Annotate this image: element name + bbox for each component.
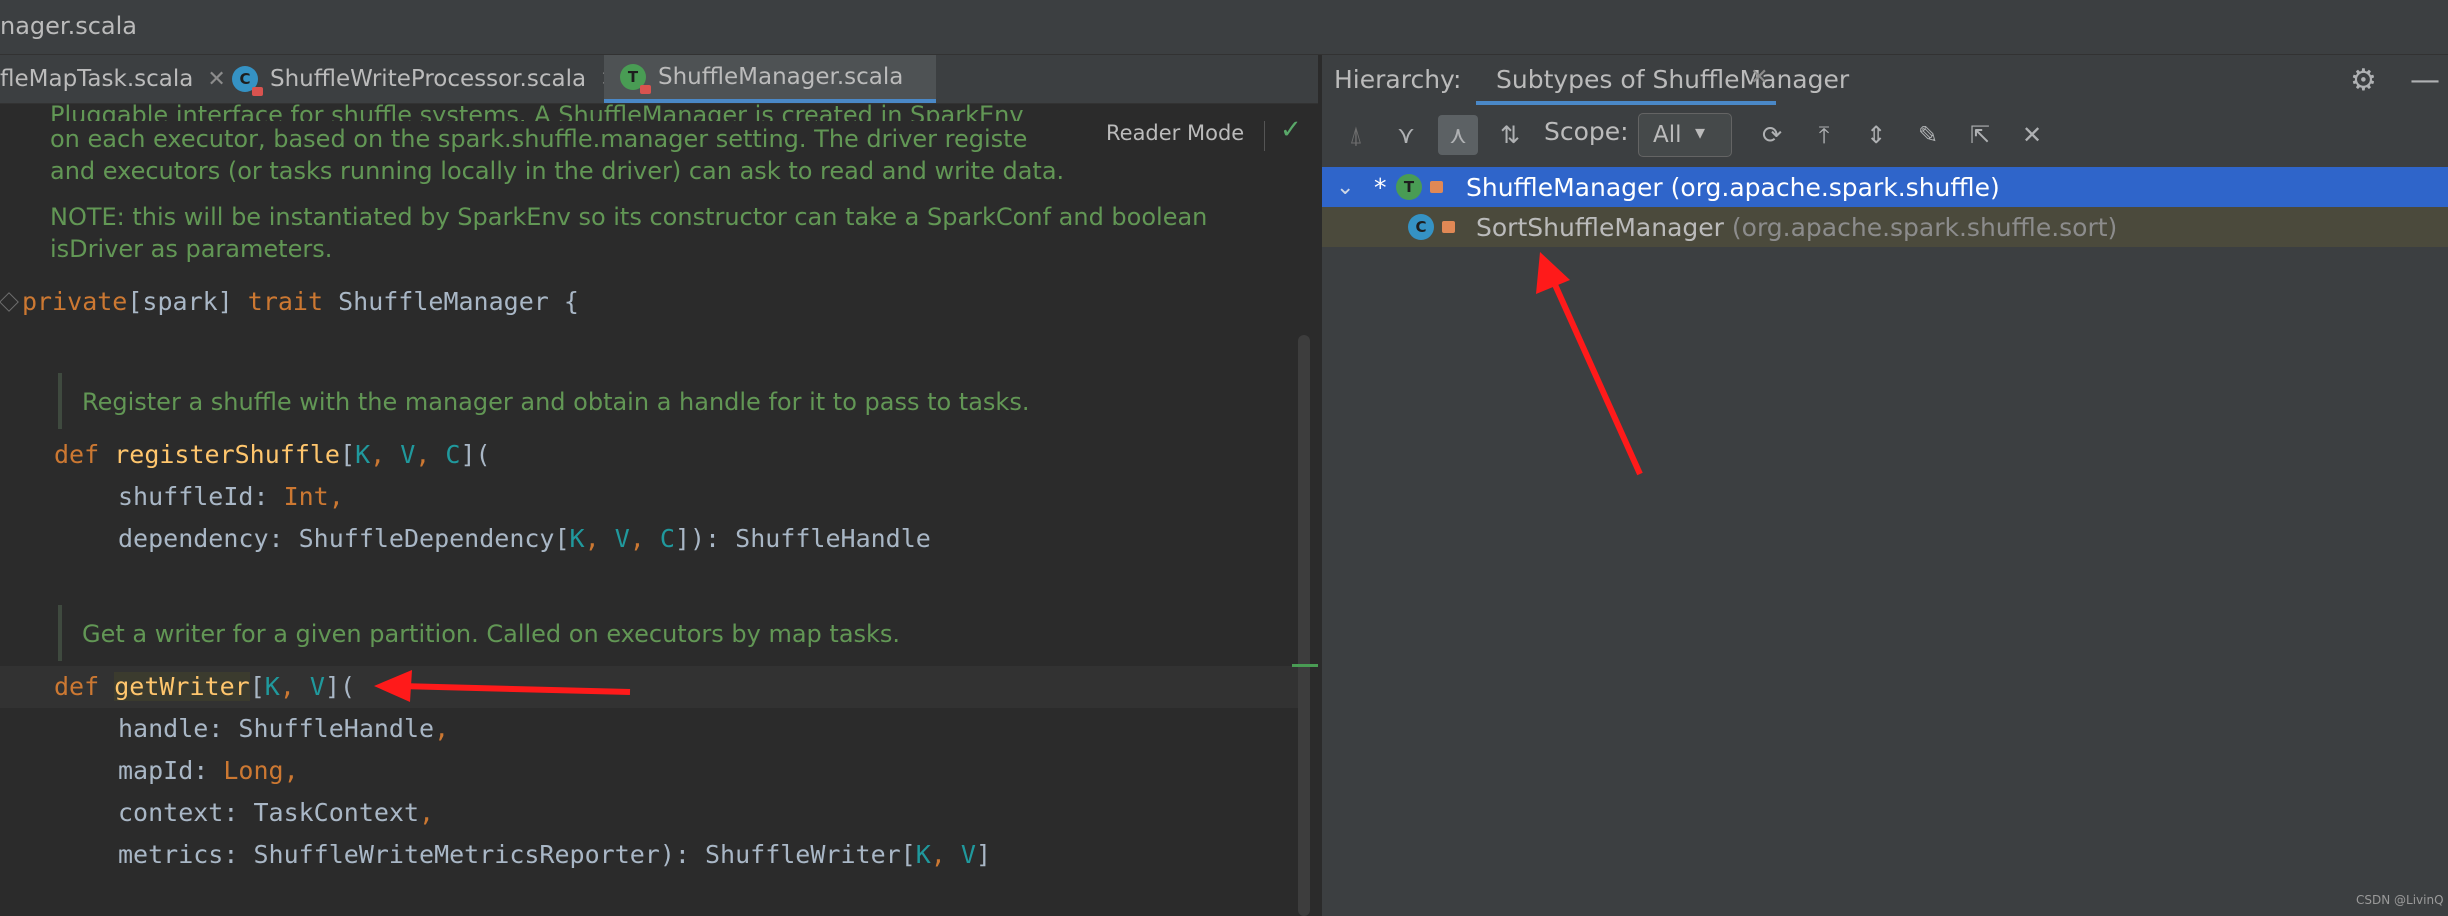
arrow-to-getwriter bbox=[374, 670, 631, 702]
watermark: CSDN @LivinQ bbox=[2356, 893, 2444, 907]
annotation-arrows bbox=[374, 252, 1643, 702]
arrow-to-sortshufflemanager bbox=[1536, 252, 1643, 476]
